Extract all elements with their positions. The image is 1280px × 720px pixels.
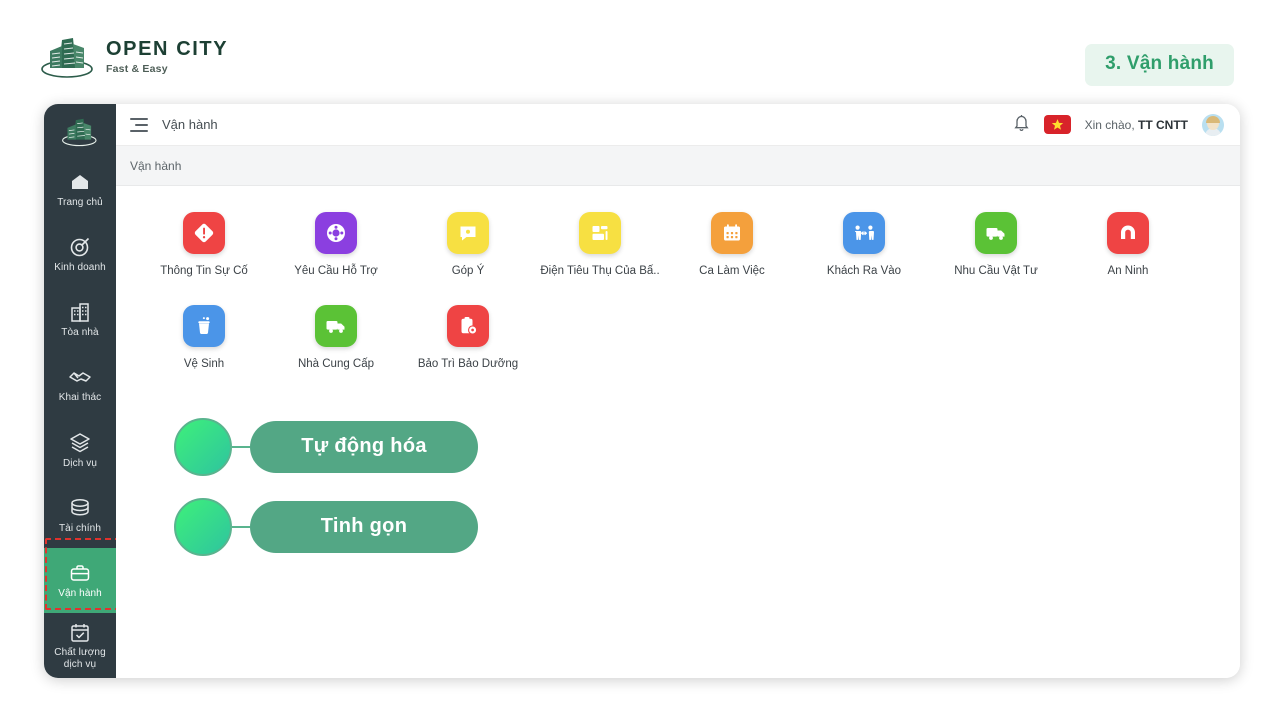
callout-list: Tự động hóa Tinh gọn bbox=[116, 417, 1240, 556]
clipboard-gear-icon bbox=[447, 304, 489, 347]
sidebar-item-label: Tòa nhà bbox=[61, 327, 99, 339]
hamburger-icon[interactable] bbox=[130, 117, 148, 132]
sidebar-item-label: Dịch vụ bbox=[62, 457, 98, 469]
app-window: Trang chủ Kinh doanh Tòa nhà Khai thác D… bbox=[44, 104, 1240, 678]
security-shield-icon bbox=[1107, 212, 1149, 254]
tile-label: Bảo Trì Bảo Dưỡng bbox=[417, 357, 519, 370]
page-title: Vận hành bbox=[162, 117, 218, 132]
tile-label: Điện Tiêu Thụ Của Bấ.. bbox=[540, 265, 660, 277]
top-bar: Vận hành Xin chào, TT CNTT bbox=[116, 104, 1240, 146]
dashboard-blocks-icon bbox=[579, 212, 621, 254]
callout-tu-dong-hoa: Tự động hóa bbox=[174, 417, 1240, 476]
sidebar-item-kinh-doanh[interactable]: Kinh doanh bbox=[44, 223, 116, 288]
tile-label: Nhu Cầu Vật Tư bbox=[954, 265, 1038, 277]
sidebar-item-van-hanh[interactable]: Vận hành bbox=[44, 547, 116, 613]
top-bar-right: Xin chào, TT CNTT bbox=[1013, 113, 1224, 137]
vietnam-flag-icon[interactable] bbox=[1043, 115, 1071, 134]
brand-logo-text: OPEN CITY Fast & Easy bbox=[106, 38, 229, 76]
tile-bao-tri-bao-duong[interactable]: Bảo Trì Bảo Dưỡng bbox=[402, 304, 534, 372]
greeting-text: Xin chào, TT CNTT bbox=[1085, 118, 1188, 132]
sidebar-item-label: Khai thác bbox=[58, 392, 102, 404]
tile-label: Góp Ý bbox=[451, 265, 485, 277]
delivery-truck-icon bbox=[315, 304, 357, 347]
brand-logo: OPEN CITY Fast & Easy bbox=[40, 34, 228, 80]
tile-gop-y[interactable]: Góp Ý bbox=[402, 212, 534, 279]
brand-bar: OPEN CITY Fast & Easy 3. Vận hành bbox=[0, 0, 1280, 98]
sidebar-item-khai-thac[interactable]: Khai thác bbox=[44, 353, 116, 418]
sidebar-item-dich-vu[interactable]: Dịch vụ bbox=[44, 418, 116, 483]
sidebar-item-label: Chất lượng dịch vụ bbox=[54, 647, 106, 670]
main-area: Vận hành Xin chào, TT CNTT Vận hành Thôn… bbox=[116, 104, 1240, 678]
trash-clean-icon bbox=[183, 304, 225, 347]
callout-dot bbox=[174, 417, 232, 476]
calendar-icon bbox=[711, 212, 753, 254]
sidebar-logo[interactable] bbox=[44, 112, 116, 151]
delivery-truck-icon bbox=[975, 212, 1017, 254]
tile-ca-lam-viec[interactable]: Ca Làm Việc bbox=[666, 212, 798, 279]
calendar-check-icon bbox=[69, 621, 91, 643]
visitors-inout-icon bbox=[843, 212, 885, 254]
briefcase-icon bbox=[69, 562, 91, 584]
target-icon bbox=[69, 236, 91, 258]
sidebar-item-trang-chu[interactable]: Trang chủ bbox=[44, 157, 116, 222]
sidebar: Trang chủ Kinh doanh Tòa nhà Khai thác D… bbox=[44, 104, 131, 678]
sidebar-item-label: Trang chủ bbox=[57, 197, 103, 209]
lifebuoy-icon bbox=[315, 212, 357, 254]
home-icon bbox=[69, 171, 91, 193]
tile-label: An Ninh bbox=[1107, 265, 1149, 277]
chat-feedback-icon bbox=[447, 212, 489, 254]
callout-connector bbox=[232, 525, 250, 528]
content-area: Thông Tin Sự Cố Yêu Cầu Hỗ Trợ Góp Ý Điệ… bbox=[116, 186, 1240, 678]
callout-label: Tự động hóa bbox=[250, 420, 478, 473]
sidebar-item-tai-chinh[interactable]: Tài chính bbox=[44, 483, 116, 548]
callout-dot bbox=[174, 497, 232, 556]
tile-label: Nhà Cung Cấp bbox=[297, 357, 375, 370]
callout-label: Tinh gọn bbox=[250, 500, 478, 553]
bell-icon[interactable] bbox=[1013, 113, 1030, 137]
callout-connector bbox=[232, 445, 250, 448]
sidebar-item-label: Kinh doanh bbox=[54, 262, 106, 274]
user-name: TT CNTT bbox=[1138, 117, 1188, 132]
brand-tagline: Fast & Easy bbox=[106, 63, 168, 75]
step-badge: 3. Vận hành bbox=[1085, 44, 1234, 86]
warning-diamond-icon bbox=[183, 212, 225, 254]
tile-nha-cung-cap[interactable]: Nhà Cung Cấp bbox=[270, 304, 402, 372]
tile-dien-tieu-thu[interactable]: Điện Tiêu Thụ Của Bấ.. bbox=[534, 212, 666, 279]
tile-label: Thông Tin Sự Cố bbox=[160, 265, 248, 277]
sidebar-item-toa-nha[interactable]: Tòa nhà bbox=[44, 288, 116, 353]
breadcrumb-item: Vận hành bbox=[130, 158, 182, 173]
sidebar-item-label: Vận hành bbox=[58, 587, 102, 599]
greeting-prefix: Xin chào, bbox=[1084, 117, 1138, 132]
tile-label: Ca Làm Việc bbox=[699, 265, 765, 277]
database-icon bbox=[69, 497, 91, 519]
sidebar-item-label: Tài chính bbox=[58, 522, 102, 534]
tile-nhu-cau-vat-tu[interactable]: Nhu Cầu Vật Tư bbox=[930, 212, 1062, 279]
tile-thong-tin-su-co[interactable]: Thông Tin Sự Cố bbox=[138, 212, 270, 279]
tile-label: Vệ Sinh bbox=[183, 357, 225, 370]
tile-label: Khách Ra Vào bbox=[826, 265, 902, 277]
tile-khach-ra-vao[interactable]: Khách Ra Vào bbox=[798, 212, 930, 279]
city-skyline-logo-icon bbox=[41, 38, 93, 78]
callout-tinh-gon: Tinh gọn bbox=[174, 497, 1240, 556]
tile-yeu-cau-ho-tro[interactable]: Yêu Cầu Hỗ Trợ bbox=[270, 212, 402, 279]
building-icon bbox=[69, 301, 91, 323]
brand-title: OPEN CITY bbox=[106, 38, 229, 60]
module-tile-grid: Thông Tin Sự Cố Yêu Cầu Hỗ Trợ Góp Ý Điệ… bbox=[116, 212, 1240, 372]
handshake-icon bbox=[68, 366, 92, 388]
city-skyline-logo-icon bbox=[62, 118, 97, 146]
sidebar-item-chat-luong-dich-vu[interactable]: Chất lượng dịch vụ bbox=[44, 613, 116, 678]
breadcrumb: Vận hành bbox=[116, 146, 1240, 186]
tile-ve-sinh[interactable]: Vệ Sinh bbox=[138, 304, 270, 372]
layers-icon bbox=[69, 432, 91, 454]
tile-label: Yêu Cầu Hỗ Trợ bbox=[294, 265, 378, 277]
avatar[interactable] bbox=[1202, 113, 1224, 136]
tile-an-ninh[interactable]: An Ninh bbox=[1062, 212, 1194, 279]
